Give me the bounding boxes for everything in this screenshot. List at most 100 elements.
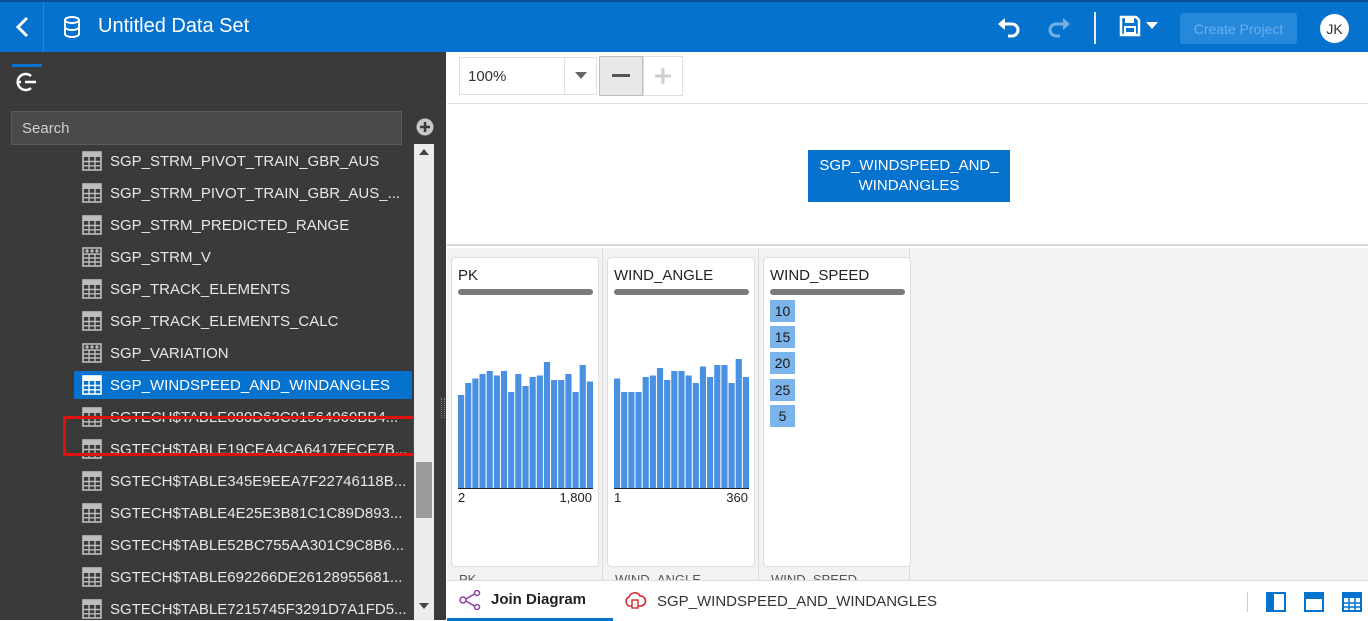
source-list-item[interactable]: SGP_TRACK_ELEMENTS [74, 275, 412, 303]
histogram-bar[interactable] [692, 383, 699, 488]
histogram-bar[interactable] [458, 395, 465, 488]
list-scrollbar[interactable] [414, 144, 434, 620]
tab-join-diagram[interactable]: Join Diagram [447, 581, 613, 621]
histogram-bar[interactable] [558, 380, 565, 488]
histogram-bar[interactable] [685, 375, 692, 489]
histogram-bar[interactable] [671, 371, 678, 488]
histogram-bar[interactable] [635, 392, 642, 488]
user-avatar[interactable]: JK [1320, 14, 1349, 43]
histogram-bar[interactable] [536, 375, 543, 489]
panel-splitter[interactable] [441, 398, 445, 418]
view-grid-button[interactable] [1341, 591, 1363, 613]
value-chip[interactable]: 10 [770, 300, 795, 322]
source-list-item[interactable]: SGTECH$TABLE7215745F3291D7A1FD5... [74, 595, 412, 620]
triangle-up-icon [419, 149, 429, 155]
source-list-item-label: SGP_WINDSPEED_AND_WINDANGLES [110, 376, 391, 394]
column-quality-bar [614, 289, 749, 295]
histogram-bar[interactable] [572, 392, 579, 488]
histogram-bar[interactable] [628, 392, 635, 488]
zoom-in-button[interactable] [643, 56, 683, 96]
source-list-item[interactable]: SGTECH$TABLE4E25E3B81C1C89D893... [74, 499, 412, 527]
source-list-item[interactable]: SGP_WINDSPEED_AND_WINDANGLES [74, 371, 412, 399]
create-project-button[interactable]: Create Project [1180, 13, 1297, 44]
histogram-bar[interactable] [543, 362, 551, 488]
scroll-up-arrow[interactable] [414, 148, 434, 162]
histogram-bar[interactable] [742, 377, 749, 488]
view-left-panel-button[interactable] [1265, 591, 1287, 613]
source-list-item[interactable]: SGP_STRM_PIVOT_TRAIN_GBR_AUS [74, 147, 412, 175]
source-list-item[interactable]: SGTECH$TABLE345E9EEA7F22746118B... [74, 467, 412, 495]
value-chip[interactable]: 5 [770, 405, 795, 427]
histogram-bar[interactable] [699, 366, 707, 489]
histogram-bar[interactable] [579, 365, 586, 488]
table-icon [82, 471, 102, 491]
dataset-node[interactable]: SGP_WINDSPEED_AND_WINDANGLES [808, 150, 1010, 202]
histogram-bar[interactable] [664, 380, 671, 488]
histogram-bar[interactable] [707, 377, 714, 488]
histogram-bar[interactable] [551, 380, 558, 488]
back-button[interactable] [0, 2, 44, 52]
histogram-bar[interactable] [714, 365, 721, 488]
header-divider [1094, 12, 1096, 44]
histogram-bar[interactable] [614, 378, 621, 489]
add-source-button[interactable] [416, 118, 434, 141]
join-diagram-canvas[interactable]: SGP_WINDSPEED_AND_WINDANGLES [447, 105, 1368, 246]
histogram-bar[interactable] [479, 374, 486, 488]
column-quality-bar [458, 289, 593, 295]
connections-tab[interactable] [12, 64, 42, 96]
value-chip[interactable]: 25 [770, 379, 795, 401]
triangle-down-icon [419, 603, 429, 609]
column-name: WIND_ANGLE [614, 267, 714, 284]
value-chip[interactable]: 20 [770, 352, 795, 374]
source-list-item[interactable]: SGP_TRACK_ELEMENTS_CALC [74, 307, 412, 335]
histogram-min-label: 1 [614, 490, 622, 505]
histogram-bar[interactable] [522, 386, 529, 488]
column-card-wind-angle[interactable]: WIND_ANGLE 1 360 [607, 257, 755, 567]
save-menu-button[interactable] [1118, 14, 1158, 38]
undo-button[interactable] [996, 14, 1022, 45]
source-list-item[interactable]: SGP_STRM_PIVOT_TRAIN_GBR_AUS_... [74, 179, 412, 207]
histogram-bar[interactable] [642, 377, 649, 488]
source-list-item-label: SGP_STRM_PREDICTED_RANGE [110, 216, 350, 234]
histogram-bar[interactable] [735, 359, 742, 488]
histogram-bar[interactable] [486, 371, 493, 488]
source-list-item[interactable]: SGP_STRM_PREDICTED_RANGE [74, 211, 412, 239]
histogram-bar[interactable] [515, 374, 522, 488]
dropdown-arrow[interactable] [564, 58, 596, 94]
view-top-panel-button[interactable] [1303, 591, 1325, 613]
histogram-bar[interactable] [649, 375, 656, 489]
source-list-item[interactable]: SGP_STRM_V [74, 243, 412, 271]
source-list-item[interactable]: SGTECH$TABLE52BC755AA301C9C8B6... [74, 531, 412, 559]
histogram-bar[interactable] [656, 368, 664, 488]
histogram-bar[interactable] [621, 392, 628, 488]
zoom-out-button[interactable] [599, 56, 643, 96]
histogram-bar[interactable] [472, 378, 479, 489]
histogram-bar[interactable] [565, 374, 572, 488]
zoom-select[interactable]: 100% [459, 57, 597, 95]
source-list-item[interactable]: SGTECH$TABLE19CEA4CA6417FECF7B... [74, 435, 412, 463]
histogram-bar[interactable] [586, 381, 593, 489]
histogram-bar[interactable] [493, 375, 500, 489]
source-list-item[interactable]: SGTECH$TABLE080D63C91564969BB4... [74, 403, 412, 431]
source-list-item[interactable]: SGP_VARIATION [74, 339, 412, 367]
value-chip[interactable]: 15 [770, 326, 795, 348]
source-list-item[interactable]: SGTECH$TABLE692266DE26128955681... [74, 563, 412, 591]
histogram-bar[interactable] [721, 365, 728, 488]
search-input[interactable]: Search [11, 111, 402, 145]
column-quality-bar [770, 289, 905, 295]
histogram-bar[interactable] [508, 392, 515, 488]
histogram-bar[interactable] [678, 371, 685, 488]
source-list-item-label: SGTECH$TABLE52BC755AA301C9C8B6... [110, 536, 405, 554]
histogram-bar[interactable] [728, 383, 735, 488]
table-icon [82, 567, 102, 587]
scroll-thumb[interactable] [416, 462, 432, 518]
redo-button[interactable] [1046, 14, 1072, 45]
scroll-down-arrow[interactable] [414, 602, 434, 616]
tab-dataset[interactable]: SGP_WINDSPEED_AND_WINDANGLES [623, 581, 937, 621]
table-icon [82, 215, 102, 235]
histogram-bar[interactable] [500, 371, 508, 488]
column-card-pk[interactable]: PK 2 1,800 [451, 257, 599, 567]
histogram-bar[interactable] [465, 383, 472, 488]
histogram-bar[interactable] [529, 377, 536, 488]
column-card-wind-speed[interactable]: WIND_SPEED 10 15 20 25 5 [763, 257, 911, 567]
